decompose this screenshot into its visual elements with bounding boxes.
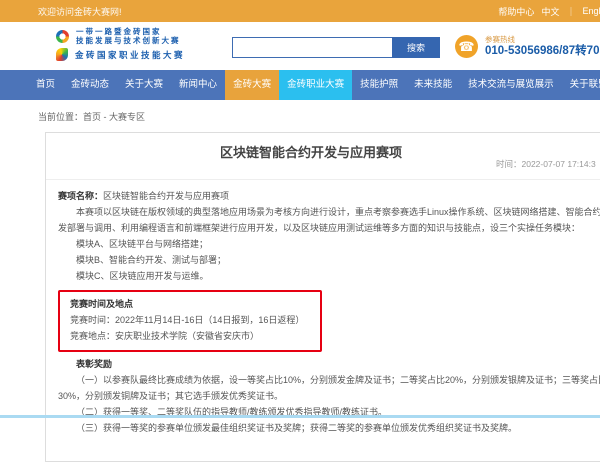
search-input[interactable] [232,37,392,58]
nav-item-brics-competition[interactable]: 金砖大赛 [225,70,279,100]
bottom-divider [0,415,600,418]
nav-item-home[interactable]: 首页 [28,70,63,100]
award-item-1: （一）以参赛队最终比赛成绩为依据，设一等奖占比10%，分别颁发金牌及证书；二等奖… [58,372,600,404]
module-b-line: 模块B、智能合约开发、测试与部署； [58,252,600,268]
breadcrumb-label: 当前位置： [38,112,83,122]
nav-item-news-center[interactable]: 新闻中心 [171,70,225,100]
hotline-label: 参赛热线 [485,35,600,44]
topbar-divider: ｜ [566,5,575,18]
article-time: 时间：2022-07-07 17:14:3 [496,158,596,170]
topbar: 欢迎访问金砖大赛网! 帮助中心 中文 ｜ English [0,0,600,22]
logo-text-line3: 金砖国家职业技能大赛 [75,49,185,61]
breadcrumb: 当前位置：首页 - 大赛专区 [38,110,600,123]
event-name-value: 区块链智能合约开发与应用赛项 [103,191,229,201]
article-title: 区块链智能合约开发与应用赛项 [46,133,576,161]
article-meta: 时间：2022-07-07 17:14:3 [46,161,600,180]
highlight-title: 竞赛时间及地点 [70,296,310,312]
nav-item-tech-exchange-exhibition[interactable]: 技术交流与展览展示 [460,70,562,100]
event-name-label: 赛项名称： [58,191,103,201]
help-center-link[interactable]: 帮助中心 [498,5,534,18]
logo-text-line1: 一带一路暨金砖国家 [76,27,181,36]
site-logo[interactable]: 一带一路暨金砖国家 技能发展与技术创新大赛 金砖国家职业技能大赛 [56,27,185,61]
main-nav: 首页 金砖动态 关于大赛 新闻中心 金砖大赛 金砖职业大赛 技能护照 未来技能 … [0,70,600,100]
nav-item-future-skills[interactable]: 未来技能 [406,70,460,100]
intro-paragraph: 本赛项以区块链在版权领域的典型落地应用场景为考核方向进行设计，重点考察参赛选手L… [58,204,600,236]
belt-road-logo-icon [56,30,69,43]
module-c-line: 模块C、区块链应用开发与运维。 [58,268,600,284]
breadcrumb-path[interactable]: 首页 - 大赛专区 [83,112,145,122]
brics-games-logo-icon [56,48,68,61]
competition-time-place-highlight: 竞赛时间及地点 竞赛时间：2022年11月14日-16日（14日报到，16日返程… [58,290,322,352]
site-header: 一带一路暨金砖国家 技能发展与技术创新大赛 金砖国家职业技能大赛 搜索 ☎ 参赛… [0,22,600,70]
nav-item-about-competition[interactable]: 关于大赛 [117,70,171,100]
competition-location: 竞赛地点：安庆职业技术学院（安徽省安庆市） [70,328,310,344]
phone-icon: ☎ [455,35,478,58]
language-zh-link[interactable]: 中文 [541,5,559,18]
hotline: ☎ 参赛热线 010-53056986/87转705 [455,35,600,58]
article-body: 赛项名称：区块链智能合约开发与应用赛项 本赛项以区块链在版权领域的典型落地应用场… [46,180,600,436]
search-button[interactable]: 搜索 [392,37,440,58]
nav-item-brics-vocational-competition[interactable]: 金砖职业大赛 [279,70,352,100]
event-name-line: 赛项名称：区块链智能合约开发与应用赛项 [58,188,600,204]
language-en-link[interactable]: English [582,6,600,16]
awards-section-title: 表彰奖励 [58,356,600,372]
nav-item-news-dynamics[interactable]: 金砖动态 [63,70,117,100]
search-bar: 搜索 [232,37,440,58]
topbar-links: 帮助中心 中文 ｜ English [498,0,600,22]
welcome-text: 欢迎访问金砖大赛网! [38,5,122,18]
award-item-3: （三）获得一等奖的参赛单位颁发最佳组织奖证书及奖牌；获得二等奖的参赛单位颁发优秀… [58,420,600,436]
hotline-number: 010-53056986/87转705 [485,44,600,58]
module-a-line: 模块A、区块链平台与网络搭建； [58,236,600,252]
competition-time: 竞赛时间：2022年11月14日-16日（14日报到，16日返程） [70,312,310,328]
nav-item-skills-passport[interactable]: 技能护照 [352,70,406,100]
logo-text-line2: 技能发展与技术创新大赛 [76,36,181,45]
nav-item-about-alliance[interactable]: 关于联盟 [562,70,600,100]
article-panel: 区块链智能合约开发与应用赛项 时间：2022-07-07 17:14:3 赛项名… [45,132,600,462]
